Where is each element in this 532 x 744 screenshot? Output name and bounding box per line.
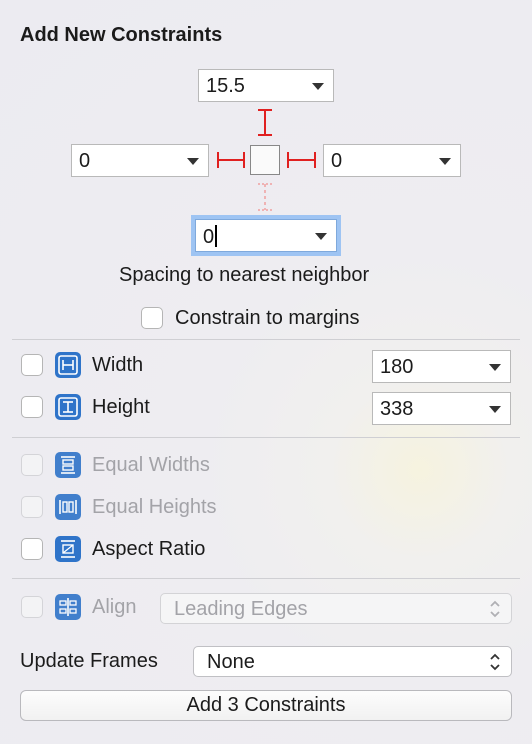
bottom-spacing-value[interactable]: 0: [203, 225, 217, 249]
equal-widths-icon: [55, 452, 81, 478]
spacing-caption: Spacing to nearest neighbor: [119, 264, 370, 286]
selected-view-placeholder: [250, 145, 280, 175]
bottom-constraint-beam-icon: [258, 183, 272, 211]
align-icon: [55, 594, 81, 620]
aspect-ratio-label: Aspect Ratio: [92, 538, 206, 560]
height-checkbox[interactable]: [21, 396, 43, 418]
width-checkbox[interactable]: [21, 354, 43, 376]
align-popup[interactable]: Leading Edges: [160, 593, 512, 624]
align-popup-value: Leading Edges: [174, 598, 308, 620]
chevron-down-icon[interactable]: [315, 233, 327, 240]
update-frames-value: None: [207, 651, 255, 673]
align-label: Align: [92, 596, 137, 618]
text-caret: [215, 225, 217, 247]
equal-heights-icon: [55, 494, 81, 520]
updown-chevron-icon: [490, 653, 500, 671]
divider: [12, 578, 520, 579]
equal-widths-checkbox[interactable]: [21, 454, 43, 476]
width-value-combo[interactable]: 180: [372, 350, 511, 383]
chevron-down-icon[interactable]: [439, 158, 451, 165]
constrain-to-margins-label[interactable]: Constrain to margins: [175, 307, 360, 330]
spacing-diagram: [217, 109, 316, 211]
equal-widths-label: Equal Widths: [92, 454, 210, 476]
right-spacing-value[interactable]: 0: [331, 150, 342, 173]
align-checkbox[interactable]: [21, 596, 43, 618]
add-constraints-popover: Add New Constraints 15.5 0 0 0 Spacing t…: [0, 0, 532, 744]
update-frames-popup[interactable]: None: [193, 646, 512, 677]
divider: [12, 339, 520, 340]
height-value-combo[interactable]: 338: [372, 392, 511, 425]
aspect-ratio-icon: [55, 536, 81, 562]
left-spacing-combo[interactable]: 0: [71, 144, 209, 177]
chevron-down-icon[interactable]: [187, 158, 199, 165]
updown-chevron-icon: [490, 600, 500, 618]
bottom-spacing-combo[interactable]: 0: [195, 219, 337, 252]
divider: [12, 437, 520, 438]
right-constraint-beam-icon: [287, 152, 316, 168]
constrain-to-margins-checkbox[interactable]: [141, 307, 163, 329]
top-constraint-beam-icon: [258, 109, 272, 136]
width-value[interactable]: 180: [380, 356, 413, 379]
height-label: Height: [92, 396, 150, 418]
width-constraint-icon: [55, 352, 81, 378]
width-label: Width: [92, 354, 144, 376]
height-constraint-icon: [55, 394, 81, 420]
aspect-ratio-checkbox[interactable]: [21, 538, 43, 560]
add-constraints-button[interactable]: Add 3 Constraints: [20, 690, 512, 721]
left-spacing-value[interactable]: 0: [79, 150, 90, 173]
equal-heights-checkbox[interactable]: [21, 496, 43, 518]
equal-heights-label: Equal Heights: [92, 496, 217, 518]
chevron-down-icon[interactable]: [489, 406, 501, 413]
right-spacing-combo[interactable]: 0: [323, 144, 461, 177]
height-value[interactable]: 338: [380, 398, 413, 421]
update-frames-label: Update Frames: [20, 650, 158, 672]
chevron-down-icon[interactable]: [489, 364, 501, 371]
left-constraint-beam-icon: [217, 152, 245, 168]
